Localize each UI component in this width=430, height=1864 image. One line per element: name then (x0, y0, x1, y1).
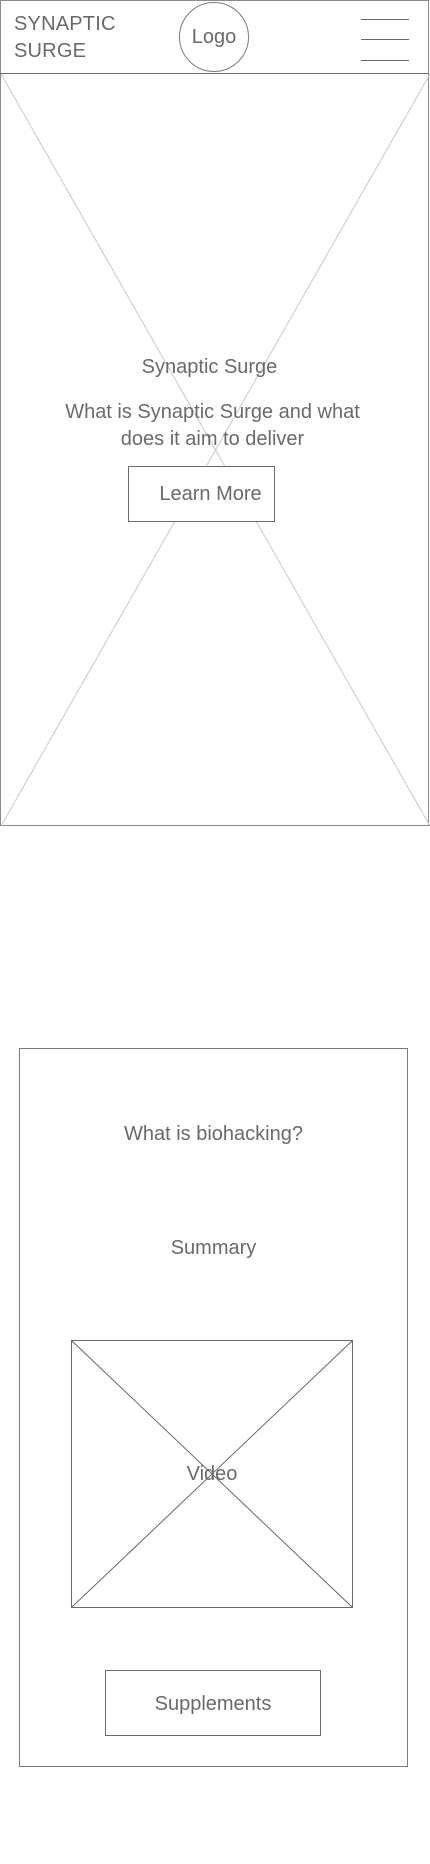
site-header: SYNAPTIC SURGE Logo (0, 0, 429, 74)
brand-line-1: SYNAPTIC (14, 13, 116, 35)
logo-label: Logo (191, 25, 237, 48)
hamburger-menu-icon[interactable] (361, 17, 409, 61)
learn-more-button[interactable]: Learn More (128, 466, 275, 522)
supplements-button[interactable]: Supplements (105, 1670, 321, 1736)
biohacking-title: What is biohacking? (124, 1123, 303, 1145)
video-label: Video (186, 1463, 238, 1485)
brand-line-2: SURGE (14, 40, 87, 62)
learn-more-label: Learn More (159, 482, 262, 505)
hero-section: Synaptic Surge What is Synaptic Surge an… (0, 74, 430, 826)
brand-wordmark[interactable]: SYNAPTIC SURGE (14, 11, 116, 65)
supplements-label: Supplements (154, 1692, 272, 1715)
video-player[interactable]: Video (71, 1340, 353, 1608)
biohacking-card: What is biohacking? Summary Video Supple… (19, 1048, 408, 1767)
biohacking-summary: Summary (170, 1237, 257, 1259)
menu-bar-bottom (361, 60, 409, 61)
menu-bar-top (361, 19, 409, 20)
hero-subtitle: What is Synaptic Surge and what does it … (65, 401, 360, 450)
menu-bar-middle (361, 39, 409, 40)
logo[interactable]: Logo (179, 2, 249, 72)
hero-title: Synaptic Surge (141, 356, 278, 378)
